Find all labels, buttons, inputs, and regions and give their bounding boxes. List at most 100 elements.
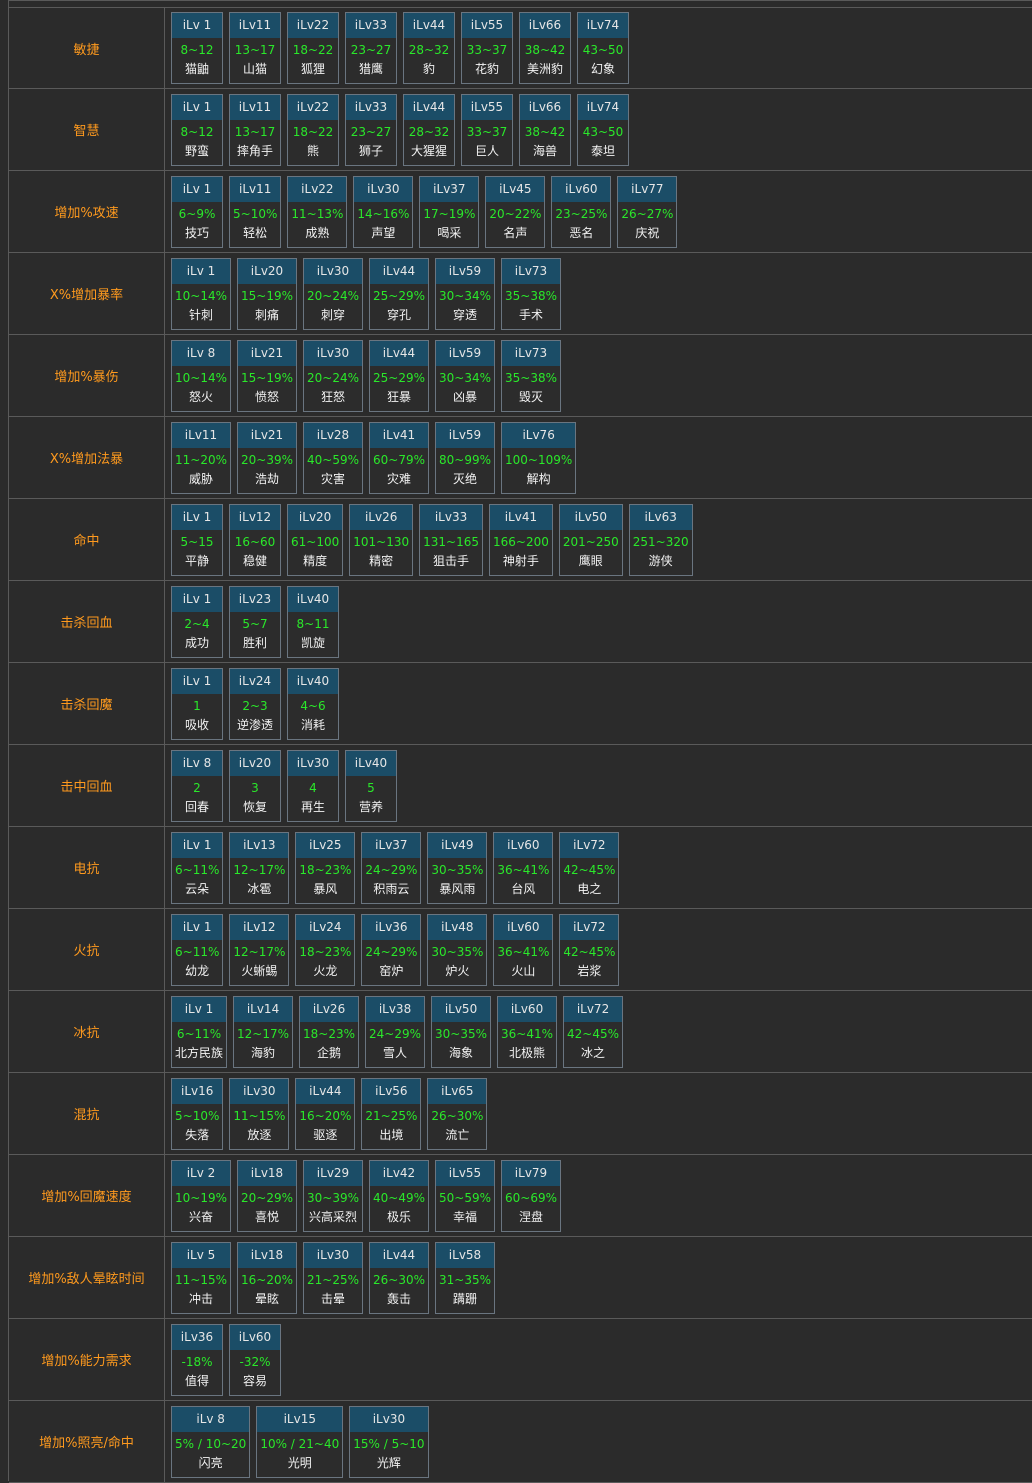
tier-tile: iLv44 25~29% 狂暴: [369, 339, 429, 412]
tier-name: 针刺: [188, 307, 213, 322]
tier-list: iLv36 -18% 值得 iLv60 -32% 容易: [165, 1319, 1032, 1400]
tier-tile: iLv30 4 再生: [287, 749, 339, 822]
tier-level: iLv41: [489, 504, 552, 530]
tier-name: 炉火: [445, 963, 470, 978]
tier-value: 8~11: [296, 616, 330, 631]
tier-value: 251~320: [632, 534, 689, 549]
tier-level: iLv21: [238, 340, 296, 366]
tier-level: iLv30: [354, 176, 413, 202]
tier-level: iLv55: [462, 13, 512, 38]
tier-value: 30~34%: [439, 288, 491, 303]
tier-tile: iLv26 18~23% 企鹅: [299, 995, 360, 1068]
affix-label: X%增加法暴: [9, 417, 165, 498]
tier-level: iLv73: [502, 340, 560, 366]
tier-tile: iLv21 20~39% 浩劫: [237, 421, 297, 494]
tier-tile: iLv40 5 营养: [345, 749, 397, 822]
tier-level: iLv 1: [172, 176, 222, 202]
tier-level: iLv18: [238, 1160, 296, 1186]
tier-name: 毁灭: [518, 389, 543, 404]
tier-level: iLv44: [370, 1242, 428, 1268]
affix-row: 混抗 iLv16 5~10% 失落 iLv30 11~15% 放逐 iLv44 16~20% 驱逐…: [9, 1073, 1032, 1155]
affix-label: 增加%暴伤: [9, 335, 165, 416]
tier-level: iLv33: [346, 94, 396, 120]
tier-list: iLv 1 1 吸收 iLv24 2~3 逆渗透 iLv40 4~6 消耗: [165, 663, 1032, 744]
tier-tile: iLv26 101~130 精密: [349, 503, 414, 576]
tier-level: iLv30: [304, 258, 362, 284]
tier-value: 21~25%: [307, 1272, 359, 1287]
affix-label: 击中回血: [9, 745, 165, 826]
tier-value: 33~37: [466, 124, 508, 139]
tier-value: 13~17: [234, 124, 276, 139]
tier-tile: iLv22 11~13% 成熟: [287, 175, 348, 248]
tier-name: 狂怒: [320, 389, 345, 404]
tier-tile: iLv55 50~59% 幸福: [435, 1159, 495, 1232]
tier-name: 游侠: [648, 553, 673, 568]
tier-value: 26~30%: [373, 1272, 425, 1287]
tier-value: 15~19%: [241, 288, 293, 303]
tier-name: 幻象: [590, 62, 615, 76]
tier-tile: iLv11 13~17 摔角手: [229, 93, 281, 166]
tier-value: 3: [251, 780, 259, 795]
tier-name: 幸福: [452, 1209, 477, 1224]
tier-list: iLv 1 8~12 野蛮 iLv11 13~17 摔角手 iLv22 18~22 熊 iLv33…: [165, 89, 1032, 170]
tier-list: iLv 8 10~14% 怒火 iLv21 15~19% 愤怒 iLv30 20~24% 狂怒 i…: [165, 335, 1032, 416]
tier-value: 60~79%: [373, 452, 425, 467]
tier-level: iLv 2: [172, 1160, 230, 1186]
tier-value: 11~20%: [175, 452, 227, 467]
tier-tile: iLv60 23~25% 恶名: [551, 175, 612, 248]
tier-tile: iLv60 36~41% 北极熊: [497, 995, 558, 1068]
tier-tile: iLv 1 6~11% 幼龙: [171, 913, 224, 986]
tier-level: iLv44: [404, 13, 454, 38]
tier-tile: iLv20 15~19% 刺痛: [237, 257, 297, 330]
tier-level: iLv22: [288, 13, 338, 38]
tier-value: 30~35%: [431, 862, 484, 877]
affix-label: X%增加暴率: [9, 253, 165, 334]
tier-value: 6~9%: [178, 206, 216, 221]
tier-tile: iLv50 201~250 鹰眼: [558, 503, 623, 576]
tier-value: 13~17: [234, 43, 276, 57]
tier-tile: iLv11 5~10% 轻松: [229, 175, 282, 248]
affix-row: 击杀回魔 iLv 1 1 吸收 iLv24 2~3 逆渗透 iLv40 4~6 消耗: [9, 663, 1032, 745]
tier-value: 26~30%: [431, 1108, 484, 1123]
tier-level: iLv79: [502, 1160, 560, 1186]
tier-value: -32%: [239, 1354, 271, 1369]
tier-name: 名声: [503, 225, 528, 240]
tier-tile: iLv21 15~19% 愤怒: [237, 339, 297, 412]
tier-value: 61~100: [291, 534, 340, 549]
tier-tile: iLv29 30~39% 兴高采烈: [303, 1159, 363, 1232]
tier-value: 42~45%: [567, 1026, 620, 1041]
tier-name: 熊: [306, 143, 319, 158]
tier-level: iLv 8: [172, 1406, 250, 1432]
tier-value: 14~16%: [357, 206, 410, 221]
tier-value: 5~10%: [233, 206, 278, 221]
tier-value: 1: [193, 698, 201, 713]
tier-value: 21~25%: [365, 1108, 418, 1123]
tier-name: 恶名: [569, 225, 594, 240]
tier-tile: iLv25 18~23% 暴风: [295, 831, 356, 904]
tier-name: 穿透: [452, 307, 477, 322]
tier-name: 光明: [287, 1455, 312, 1470]
tier-tile: iLv50 30~35% 海象: [431, 995, 492, 1068]
affix-label: 命中: [9, 499, 165, 580]
tier-tile: iLv16 5~10% 失落: [171, 1077, 224, 1150]
tier-name: 喝采: [437, 225, 462, 240]
tier-level: iLv66: [520, 94, 570, 120]
tier-value: 101~130: [353, 534, 410, 549]
tier-value: 4~6: [300, 698, 326, 713]
tier-name: 值得: [184, 1373, 209, 1388]
tier-name: 穿孔: [386, 307, 411, 322]
affix-row: X%增加法暴 iLv11 11~20% 威胁 iLv21 20~39% 浩劫 iLv28 40~…: [9, 417, 1032, 499]
tier-name: 刺痛: [254, 307, 279, 322]
tier-tile: iLv45 20~22% 名声: [485, 175, 546, 248]
tier-value: 6~11%: [176, 1026, 222, 1041]
affix-label: 击杀回血: [9, 581, 165, 662]
tier-value: 20~39%: [241, 452, 293, 467]
tier-value: 16~20%: [241, 1272, 293, 1287]
tier-tile: iLv30 14~16% 声望: [353, 175, 414, 248]
tier-name: 台风: [511, 881, 536, 896]
tier-level: iLv11: [230, 176, 281, 202]
tier-name: 声望: [371, 225, 396, 240]
tier-value: 60~69%: [505, 1190, 557, 1205]
tier-level: iLv 1: [172, 914, 223, 940]
tier-value: 18~22: [292, 124, 334, 139]
